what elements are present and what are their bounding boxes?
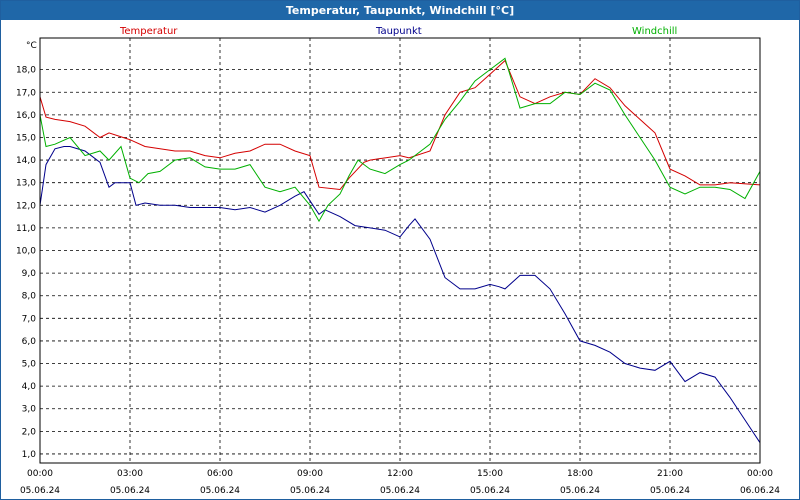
- x-tick-date: 05.06.24: [20, 486, 60, 496]
- y-tick-label: 15,0: [16, 133, 36, 143]
- y-tick-label: 2,0: [22, 427, 37, 437]
- x-tick-date: 06.06.24: [740, 486, 780, 496]
- y-tick-label: 9,0: [22, 269, 37, 279]
- y-tick-label: 5,0: [22, 360, 37, 370]
- x-tick-time: 15:00: [477, 469, 503, 479]
- y-tick-label: 8,0: [22, 292, 37, 302]
- y-tick-label: 4,0: [22, 382, 37, 392]
- y-tick-label: 17,0: [16, 88, 36, 98]
- y-tick-label: 11,0: [16, 224, 36, 234]
- y-tick-label: 18,0: [16, 66, 36, 76]
- y-tick-label: 7,0: [22, 314, 37, 324]
- x-tick-time: 18:00: [567, 469, 593, 479]
- x-tick-date: 05.06.24: [290, 486, 330, 496]
- x-tick-time: 06:00: [207, 469, 233, 479]
- y-tick-label: 14,0: [16, 156, 36, 166]
- legend-windchill: Windchill: [632, 26, 677, 37]
- x-tick-date: 05.06.24: [650, 486, 690, 496]
- legend-taupunkt: Taupunkt: [375, 26, 422, 37]
- x-tick-date: 05.06.24: [560, 486, 600, 496]
- legend-temperatur: Temperatur: [119, 26, 178, 37]
- y-tick-label: 12,0: [16, 201, 36, 211]
- y-tick-label: 10,0: [16, 247, 36, 257]
- x-tick-time: 00:00: [747, 469, 773, 479]
- x-tick-time: 21:00: [657, 469, 683, 479]
- x-tick-date: 05.06.24: [470, 486, 510, 496]
- y-tick-label: 3,0: [22, 405, 37, 415]
- x-tick-date: 05.06.24: [380, 486, 420, 496]
- y-axis-unit: °C: [26, 41, 37, 51]
- y-tick-label: 1,0: [22, 450, 37, 460]
- x-tick-date: 05.06.24: [200, 486, 240, 496]
- x-tick-time: 12:00: [387, 469, 413, 479]
- x-tick-time: 00:00: [27, 469, 53, 479]
- y-tick-label: 6,0: [22, 337, 37, 347]
- y-tick-label: 16,0: [16, 111, 36, 121]
- line-chart: 1,0 2,0 3,0 4,0 5,0 6,0 7,0 8,0 9,0 10,0 11,0 12,0 1…: [16, 26, 780, 496]
- x-tick-time: 09:00: [297, 469, 323, 479]
- y-tick-label: 13,0: [16, 179, 36, 189]
- x-tick-time: 03:00: [117, 469, 143, 479]
- x-tick-date: 05.06.24: [110, 486, 150, 496]
